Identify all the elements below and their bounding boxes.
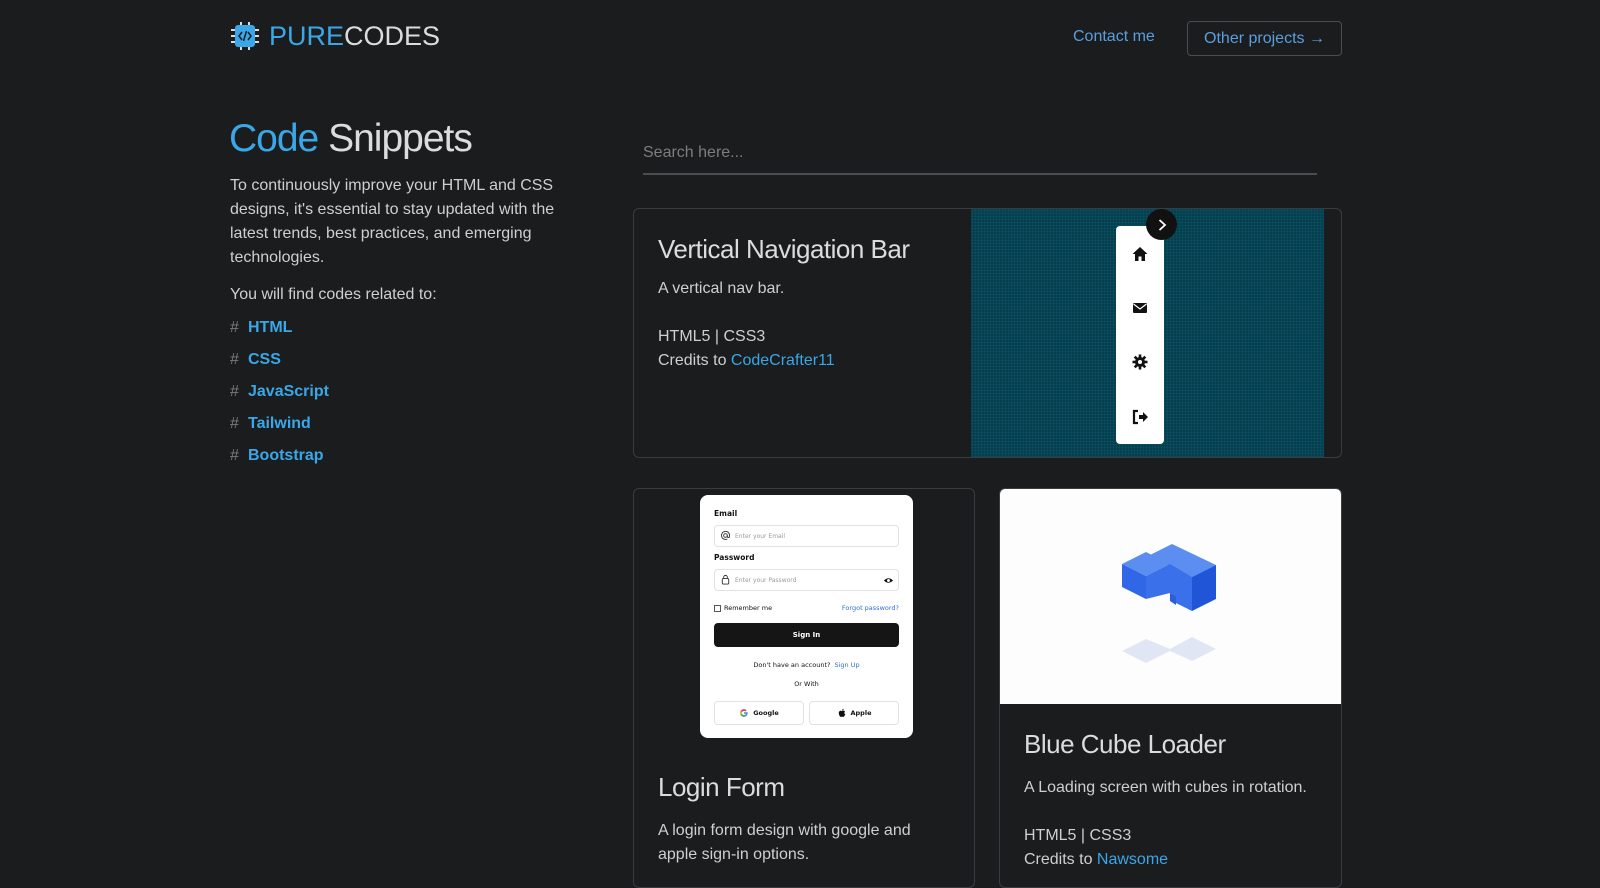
snippet-card-blue-cube-loader[interactable]: Blue Cube Loader A Loading screen with c… [999,488,1342,888]
signup-prompt: Don't have an account? Sign Up [753,661,860,669]
card-text: Vertical Navigation Bar A vertical nav b… [658,234,910,373]
blue-cube-icon [1122,544,1216,611]
card-text: Blue Cube Loader A Loading screen with c… [1024,729,1307,872]
cube-shadow [1122,637,1216,663]
forgot-password-link: Forgot password? [841,604,899,612]
apple-button: Apple [809,701,899,725]
search-input[interactable] [643,133,1317,175]
card-description: A vertical nav bar. [658,280,785,297]
topic-link-javascript[interactable]: JavaScript [248,383,329,401]
cube-loader-graphic [1122,544,1216,663]
card-tech: HTML5 | CSS3 [1024,827,1132,844]
topic-link-tailwind[interactable]: Tailwind [248,415,311,433]
hash-icon: # [230,383,239,400]
card-description: A login form design with google and appl… [658,822,911,863]
email-label: Email [714,509,738,518]
gear-icon [1132,354,1148,370]
topic-item: # JavaScript [230,376,329,408]
page-title: Code Snippets [229,117,473,160]
topic-item: # HTML [230,312,329,344]
card-description: A Loading screen with cubes in rotation. [1024,779,1307,796]
topic-link-bootstrap[interactable]: Bootstrap [248,447,324,465]
brand-logo[interactable]: PURECODES [229,20,440,52]
password-field: Enter your Password [714,569,899,591]
topic-link-html[interactable]: HTML [248,319,292,337]
google-button: Google [714,701,804,725]
home-icon [1132,247,1148,261]
brand-name: PURECODES [269,20,441,51]
chevron-right-icon [1158,218,1166,231]
at-icon [721,530,730,540]
topic-item: # Bootstrap [230,440,329,472]
hash-icon: # [230,447,239,464]
or-with-divider: Or With [794,680,819,688]
apple-icon [838,708,845,717]
card-text: Login Form A login form design with goog… [658,772,938,867]
hash-icon: # [230,415,239,432]
other-projects-button[interactable]: Other projects → [1187,21,1342,56]
card-credits: Credits to Nawsome [1024,851,1169,868]
author-link[interactable]: Nawsome [1097,851,1168,868]
password-label: Password [714,553,755,562]
contact-link[interactable]: Contact me [1073,28,1155,46]
topic-link-css[interactable]: CSS [248,351,281,369]
sign-in-button: Sign In [714,623,899,647]
card-credits: Credits to CodeCrafter11 [658,352,835,369]
author-link[interactable]: CodeCrafter11 [731,352,835,369]
logout-icon [1132,409,1148,425]
card-title[interactable]: Vertical Navigation Bar [658,234,910,265]
topic-list: # HTML # CSS # JavaScript # Tailwind # Bootst… [230,312,329,472]
card-preview: Email Enter your Email Password Enter yo… [700,495,913,738]
card-title[interactable]: Blue Cube Loader [1024,729,1307,760]
email-field: Enter your Email [714,525,899,547]
card-preview [1000,489,1341,704]
mail-icon [1133,303,1147,313]
snippet-card-vertical-nav[interactable]: Vertical Navigation Bar A vertical nav b… [633,208,1342,458]
remember-checkbox [714,604,721,612]
topic-item: # Tailwind [230,408,329,440]
lock-icon [721,574,730,585]
hash-icon: # [230,351,239,368]
eye-icon [883,578,894,583]
topics-heading: You will find codes related to: [230,286,437,303]
site-header: PURECODES Contact me Other projects → [0,0,1600,80]
hash-icon: # [230,319,239,336]
topic-item: # CSS [230,344,329,376]
card-preview [971,209,1324,457]
preview-navbar [1116,226,1164,444]
card-title[interactable]: Login Form [658,772,938,803]
remember-me: Remember me [714,604,772,612]
code-chip-icon [231,22,259,50]
page-description: To continuously improve your HTML and CS… [230,177,555,266]
google-icon [740,709,748,717]
expand-toggle-button[interactable] [1146,209,1177,240]
card-tech: HTML5 | CSS3 [658,328,766,345]
snippet-card-login-form[interactable]: Email Enter your Email Password Enter yo… [633,488,975,888]
